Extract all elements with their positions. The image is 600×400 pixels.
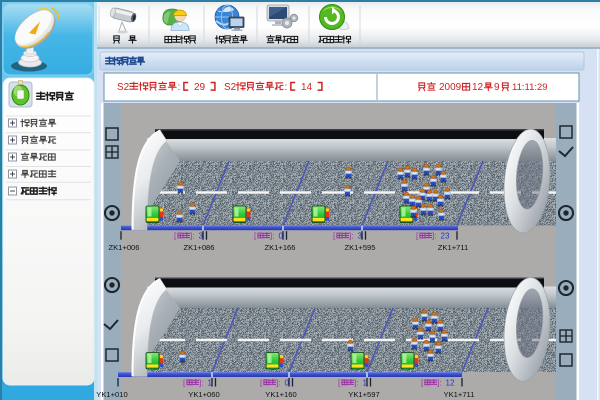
svg-text::: : xyxy=(285,82,288,93)
svg-text:12: 12 xyxy=(472,82,484,93)
svg-text:2009: 2009 xyxy=(439,82,462,93)
svg-text:]:: ]: xyxy=(437,379,441,388)
svg-text:ZK1+006: ZK1+006 xyxy=(108,243,139,252)
svg-text:ZK1+086: ZK1+086 xyxy=(183,243,214,252)
svg-text:1: 1 xyxy=(208,379,213,388)
svg-text:ZK1+711: ZK1+711 xyxy=(438,243,468,252)
svg-text:3: 3 xyxy=(199,232,204,241)
svg-text::: : xyxy=(178,82,181,93)
svg-text:11:11:29: 11:11:29 xyxy=(512,82,548,93)
svg-text:ZK1+166: ZK1+166 xyxy=(264,243,295,252)
svg-text:]:: ]: xyxy=(199,379,203,388)
svg-text:23: 23 xyxy=(441,232,450,241)
svg-text:12: 12 xyxy=(446,379,455,388)
svg-text:]:: ]: xyxy=(190,232,194,241)
svg-text:0: 0 xyxy=(279,232,284,241)
svg-text:]:: ]: xyxy=(432,232,436,241)
svg-text:YK1+160: YK1+160 xyxy=(265,390,296,399)
svg-text:9: 9 xyxy=(494,82,500,93)
svg-text:S2: S2 xyxy=(117,82,130,93)
svg-text:]:: ]: xyxy=(276,379,280,388)
svg-text:YK1+060: YK1+060 xyxy=(188,390,219,399)
svg-text:YK1+597: YK1+597 xyxy=(348,390,379,399)
svg-text:14: 14 xyxy=(301,82,313,93)
svg-text:ZK1+595: ZK1+595 xyxy=(344,243,375,252)
svg-text:1: 1 xyxy=(363,379,368,388)
svg-text:YK1+711: YK1+711 xyxy=(444,390,475,399)
svg-text:29: 29 xyxy=(194,82,206,93)
svg-text:YK1+010: YK1+010 xyxy=(96,390,127,399)
svg-text:S2: S2 xyxy=(224,82,237,93)
svg-text:3: 3 xyxy=(358,232,363,241)
svg-text:0: 0 xyxy=(285,379,290,388)
svg-text:]:: ]: xyxy=(349,232,353,241)
svg-text:]:: ]: xyxy=(354,379,358,388)
svg-text:]:: ]: xyxy=(270,232,274,241)
